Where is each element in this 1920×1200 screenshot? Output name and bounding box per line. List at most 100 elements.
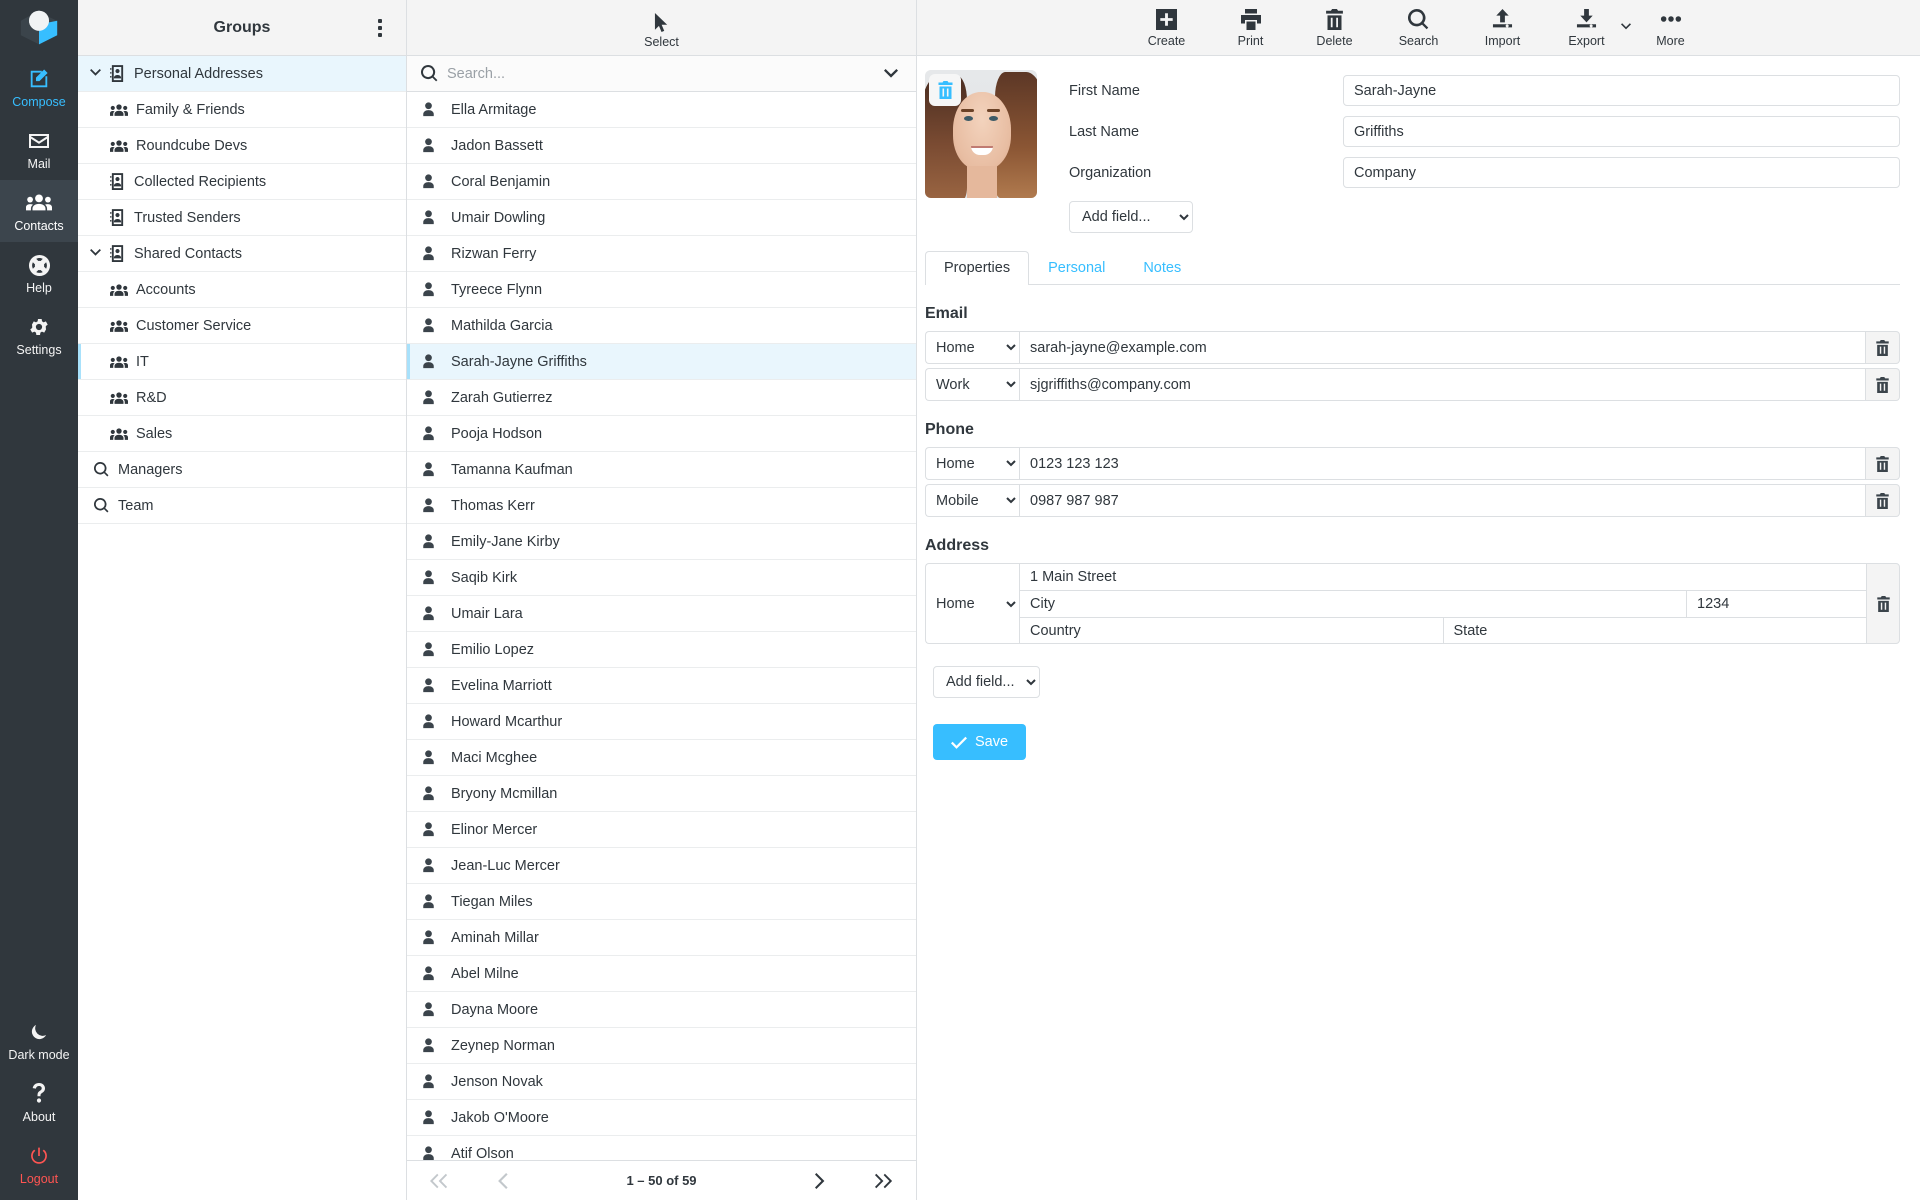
delete-photo-button[interactable]: [929, 74, 961, 106]
chevron-down-icon[interactable]: [86, 248, 104, 259]
input-organization[interactable]: [1343, 157, 1900, 188]
input-last-name[interactable]: [1343, 116, 1900, 147]
contact-list-item[interactable]: Jadon Bassett: [407, 128, 916, 164]
contact-list-item[interactable]: Umair Dowling: [407, 200, 916, 236]
contact-list-item[interactable]: Howard Mcarthur: [407, 704, 916, 740]
chevron-down-icon[interactable]: [880, 69, 902, 78]
contact-list-item[interactable]: Jean-Luc Mercer: [407, 848, 916, 884]
taskbar-item-help[interactable]: Help: [0, 242, 78, 304]
contact-list-item[interactable]: Mathilda Garcia: [407, 308, 916, 344]
toolbar-button-print[interactable]: Print: [1209, 0, 1293, 56]
contact-name: Saqib Kirk: [447, 570, 517, 586]
chevron-down-icon[interactable]: [86, 68, 104, 79]
groups-item-shared-contacts[interactable]: Shared Contacts: [78, 236, 406, 272]
tab-properties[interactable]: Properties: [925, 251, 1029, 285]
contact-list-item[interactable]: Jenson Novak: [407, 1064, 916, 1100]
taskbar-item-compose[interactable]: Compose: [0, 56, 78, 118]
first-page-button[interactable]: [407, 1173, 471, 1189]
toolbar-button-create[interactable]: Create: [1125, 0, 1209, 56]
input-state[interactable]: [1443, 617, 1867, 644]
email-value-input[interactable]: [1019, 331, 1866, 364]
groups-item-sales[interactable]: Sales: [78, 416, 406, 452]
contact-list-item[interactable]: Umair Lara: [407, 596, 916, 632]
groups-item-customer-service[interactable]: Customer Service: [78, 308, 406, 344]
taskbar-item-about[interactable]: About: [0, 1071, 78, 1133]
groups-item-collected-recipients[interactable]: Collected Recipients: [78, 164, 406, 200]
kebab-menu-icon[interactable]: [368, 15, 392, 41]
add-field-bottom-select[interactable]: Add field...EmailPhoneAddressWebsiteIM: [933, 666, 1040, 698]
contact-list-item[interactable]: Rizwan Ferry: [407, 236, 916, 272]
select-button[interactable]: Select: [407, 0, 916, 56]
groups-item-accounts[interactable]: Accounts: [78, 272, 406, 308]
groups-item-roundcube-devs[interactable]: Roundcube Devs: [78, 128, 406, 164]
address-type-select[interactable]: HomeWorkOther: [926, 595, 1019, 613]
groups-item-personal-addresses[interactable]: Personal Addresses: [78, 56, 406, 92]
delete-email-button[interactable]: [1866, 368, 1900, 401]
groups-item-managers[interactable]: Managers: [78, 452, 406, 488]
contact-list-item[interactable]: Thomas Kerr: [407, 488, 916, 524]
contact-list-item[interactable]: Sarah-Jayne Griffiths: [407, 344, 916, 380]
groups-item-r-d[interactable]: R&D: [78, 380, 406, 416]
delete-phone-button[interactable]: [1866, 484, 1900, 517]
toolbar-button-import[interactable]: Import: [1461, 0, 1545, 56]
delete-address-button[interactable]: [1866, 563, 1900, 644]
search-input[interactable]: [447, 66, 880, 82]
contact-list-item[interactable]: Elinor Mercer: [407, 812, 916, 848]
contact-list-item[interactable]: Zeynep Norman: [407, 1028, 916, 1064]
tab-notes[interactable]: Notes: [1124, 251, 1200, 285]
taskbar-item-dark-mode[interactable]: Dark mode: [0, 1009, 78, 1071]
save-button[interactable]: Save: [933, 724, 1026, 760]
taskbar-item-contacts[interactable]: Contacts: [0, 180, 78, 242]
groups-item-family-friends[interactable]: Family & Friends: [78, 92, 406, 128]
contact-list-item[interactable]: Maci Mcghee: [407, 740, 916, 776]
delete-phone-button[interactable]: [1866, 447, 1900, 480]
groups-item-it[interactable]: IT: [78, 344, 406, 380]
toolbar-button-delete[interactable]: Delete: [1293, 0, 1377, 56]
groups-item-trusted-senders[interactable]: Trusted Senders: [78, 200, 406, 236]
contact-list-item[interactable]: Coral Benjamin: [407, 164, 916, 200]
next-page-button[interactable]: [788, 1173, 852, 1189]
add-field-top-select[interactable]: Add field...PrefixMiddle NameSuffixNickn…: [1069, 201, 1193, 233]
contact-list-item[interactable]: Abel Milne: [407, 956, 916, 992]
input-country[interactable]: [1019, 617, 1443, 644]
delete-email-button[interactable]: [1866, 331, 1900, 364]
contact-list-item[interactable]: Emily-Jane Kirby: [407, 524, 916, 560]
contact-list-item[interactable]: Jakob O'Moore: [407, 1100, 916, 1136]
contact-list-item[interactable]: Pooja Hodson: [407, 416, 916, 452]
contact-list-item[interactable]: Atif Olson: [407, 1136, 916, 1160]
prev-page-button[interactable]: [471, 1173, 535, 1189]
contact-list-item[interactable]: Zarah Gutierrez: [407, 380, 916, 416]
taskbar-item-logout[interactable]: Logout: [0, 1133, 78, 1200]
last-page-button[interactable]: [852, 1173, 916, 1189]
contacts-search-bar[interactable]: [407, 56, 916, 92]
toolbar-button-search[interactable]: Search: [1377, 0, 1461, 56]
toolbar-button-more[interactable]: More: [1629, 0, 1713, 56]
contact-list-item[interactable]: Aminah Millar: [407, 920, 916, 956]
contact-list-item[interactable]: Tyreece Flynn: [407, 272, 916, 308]
taskbar-item-settings[interactable]: Settings: [0, 304, 78, 366]
taskbar-item-mail[interactable]: Mail: [0, 118, 78, 180]
person-icon: [421, 282, 447, 297]
phone-type-select[interactable]: HomeWorkMobileOther: [925, 447, 1019, 480]
email-type-select[interactable]: HomeWorkOther: [925, 368, 1019, 401]
contact-list-item[interactable]: Ella Armitage: [407, 92, 916, 128]
tab-personal[interactable]: Personal: [1029, 251, 1124, 285]
contact-list-item[interactable]: Saqib Kirk: [407, 560, 916, 596]
contact-list-item[interactable]: Evelina Marriott: [407, 668, 916, 704]
phone-value-input[interactable]: [1019, 447, 1866, 480]
input-zipcode[interactable]: [1686, 590, 1866, 617]
input-first-name[interactable]: [1343, 75, 1900, 106]
contact-list-item[interactable]: Tamanna Kaufman: [407, 452, 916, 488]
email-value-input[interactable]: [1019, 368, 1866, 401]
contact-list-item[interactable]: Dayna Moore: [407, 992, 916, 1028]
phone-value-input[interactable]: [1019, 484, 1866, 517]
contact-list-item[interactable]: Bryony Mcmillan: [407, 776, 916, 812]
phone-type-select[interactable]: HomeWorkMobileOther: [925, 484, 1019, 517]
toolbar-button-export[interactable]: Export: [1545, 0, 1629, 56]
groups-item-team[interactable]: Team: [78, 488, 406, 524]
email-type-select[interactable]: HomeWorkOther: [925, 331, 1019, 364]
input-street[interactable]: [1019, 563, 1866, 590]
contact-list-item[interactable]: Emilio Lopez: [407, 632, 916, 668]
contact-list-item[interactable]: Tiegan Miles: [407, 884, 916, 920]
input-city[interactable]: [1019, 590, 1686, 617]
